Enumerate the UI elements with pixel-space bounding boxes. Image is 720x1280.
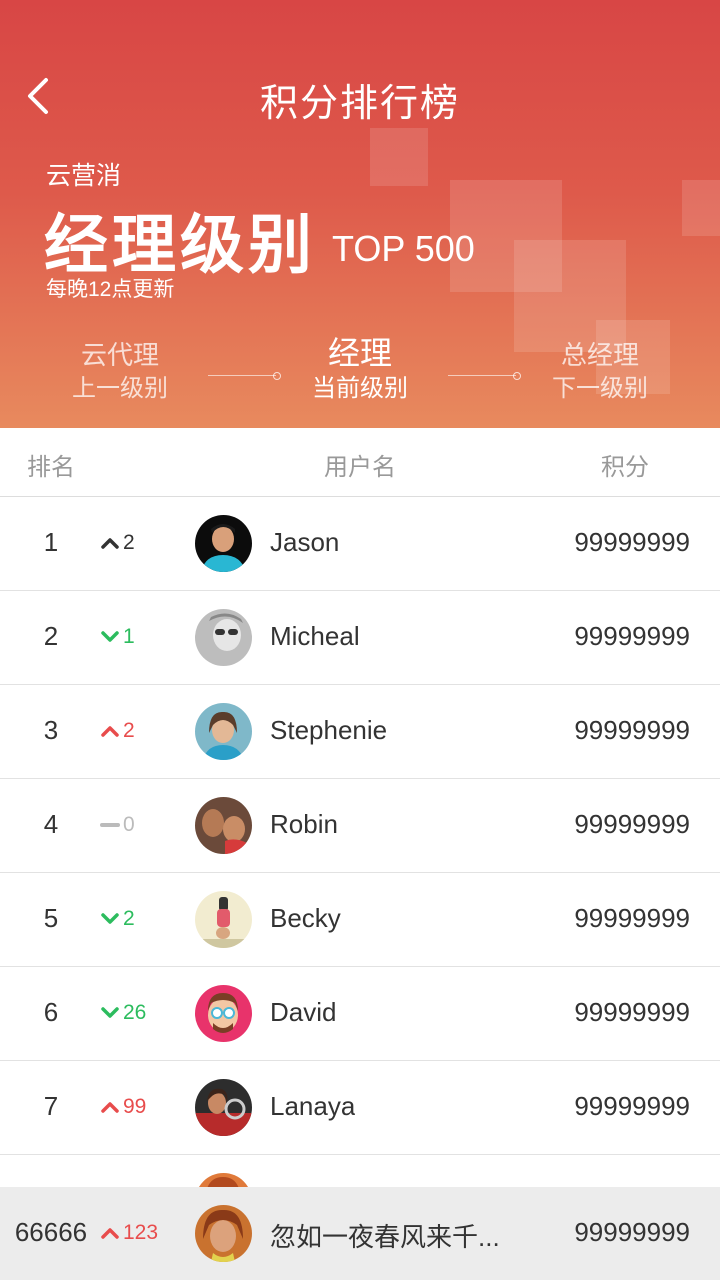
col-user: 用户名 [324,454,396,481]
col-score: 积分 [601,454,649,481]
avatar[interactable] [195,609,252,666]
user-name: Micheal [270,621,360,651]
change-value: 0 [123,813,135,836]
ranking-list[interactable]: 1 2 Jason 99999999 2 1 Micheal 99999999 … [0,497,720,1187]
level-prev[interactable]: 云代理 上一级别 [50,338,190,406]
rank-number: 1 [43,527,59,557]
header-banner: 积分排行榜 云营消 经理级别 TOP 500 每晚12点更新 云代理 上一级别 … [0,0,720,428]
update-note: 每晚12点更新 [46,278,175,301]
rank-change: 2 [100,717,135,745]
table-row[interactable]: 7 99 Lanaya 99999999 [0,1061,720,1155]
level-next-caption: 下一级别 [552,375,648,402]
user-score: 99999999 [574,903,690,933]
rank-number: 2 [43,621,59,651]
level-prev-name: 云代理 [80,340,159,370]
arrow-down-icon [101,631,119,643]
user-name: David [270,997,337,1027]
change-value: 99 [123,1095,147,1118]
change-value: 2 [123,531,135,554]
avatar[interactable] [195,985,252,1042]
avatar-image [195,515,252,572]
arrow-up-icon [101,1102,119,1114]
decor-square [682,180,720,236]
level-current-name: 经理 [327,335,392,371]
arrow-up-icon [101,1228,119,1240]
rank-change: 1 [100,623,135,651]
avatar-image [195,1079,252,1136]
arrow-up-icon [101,726,119,738]
rank-number: 7 [43,1091,59,1121]
rank-number: 6 [43,997,59,1027]
change-value: 123 [123,1221,159,1244]
rank-number: 3 [43,715,59,745]
level-connector [208,372,281,380]
avatar-image [195,891,252,948]
top-count: TOP 500 [332,228,475,269]
my-score: 99999999 [574,1217,690,1247]
table-row[interactable]: 5 2 Becky 99999999 [0,873,720,967]
user-score: 99999999 [574,527,690,557]
avatar-image [195,1173,252,1187]
rank-change: 2 [100,529,135,557]
avatar[interactable] [195,891,252,948]
level-next-name: 总经理 [560,340,639,370]
rank-change: 99 [100,1093,146,1121]
avatar[interactable] [195,515,252,572]
user-name: Stephenie [270,715,388,745]
avatar-image [195,703,252,760]
rank-change: 26 [100,999,146,1027]
avatar[interactable] [195,1079,252,1136]
user-name: Lanaya [270,1091,356,1121]
avatar[interactable] [195,797,252,854]
table-row[interactable]: 6 26 David 99999999 [0,967,720,1061]
table-row[interactable]: 3 2 Stephenie 99999999 [0,685,720,779]
my-user-name: 忽如一夜春风来千... [270,1222,500,1252]
column-header: 排名 用户名 积分 [0,428,720,497]
user-score: 99999999 [574,997,690,1027]
arrow-down-icon [101,1007,119,1019]
table-row[interactable]: 2 1 Micheal 99999999 [0,591,720,685]
arrow-up-icon [101,538,119,550]
user-name: Jason [270,527,340,557]
avatar-image [195,797,252,854]
level-current: 经理 当前级别 [290,334,430,406]
change-value: 2 [123,907,135,930]
brand-label: 云营消 [46,162,122,190]
user-score: 99999999 [574,621,690,651]
change-value: 1 [123,625,135,648]
rank-number: 5 [43,903,59,933]
table-row[interactable]: 4 0 Robin 99999999 [0,779,720,873]
dash-icon [100,823,120,828]
my-avatar[interactable] [195,1205,252,1262]
my-rank-change: 123 [100,1219,158,1247]
level-next[interactable]: 总经理 下一级别 [530,338,670,406]
user-score: 99999999 [574,809,690,839]
rank-change: 0 [100,811,135,839]
rank-change: 2 [100,905,135,933]
my-rank-row[interactable]: 66666 123 忽如一夜春风来千... 99999999 [0,1187,720,1280]
user-score: 99999999 [574,1091,690,1121]
avatar-image [195,1205,252,1262]
table-row[interactable]: 1 2 Jason 99999999 [0,497,720,591]
change-value: 26 [123,1001,147,1024]
user-name: Robin [270,809,338,839]
level-connector [448,372,521,380]
level-current-caption: 当前级别 [312,375,408,402]
page-title: 积分排行榜 [259,83,460,125]
avatar-image [195,609,252,666]
table-row[interactable] [0,1155,720,1187]
level-prev-caption: 上一级别 [72,375,168,402]
rank-number: 4 [43,809,59,839]
avatar[interactable] [195,1173,252,1187]
decor-square [370,128,428,186]
avatar[interactable] [195,703,252,760]
user-score: 99999999 [574,715,690,745]
user-name: Becky [270,903,341,933]
col-rank: 排名 [27,454,75,481]
arrow-down-icon [101,913,119,925]
change-value: 2 [123,719,135,742]
my-rank-number: 66666 [14,1217,88,1247]
avatar-image [195,985,252,1042]
